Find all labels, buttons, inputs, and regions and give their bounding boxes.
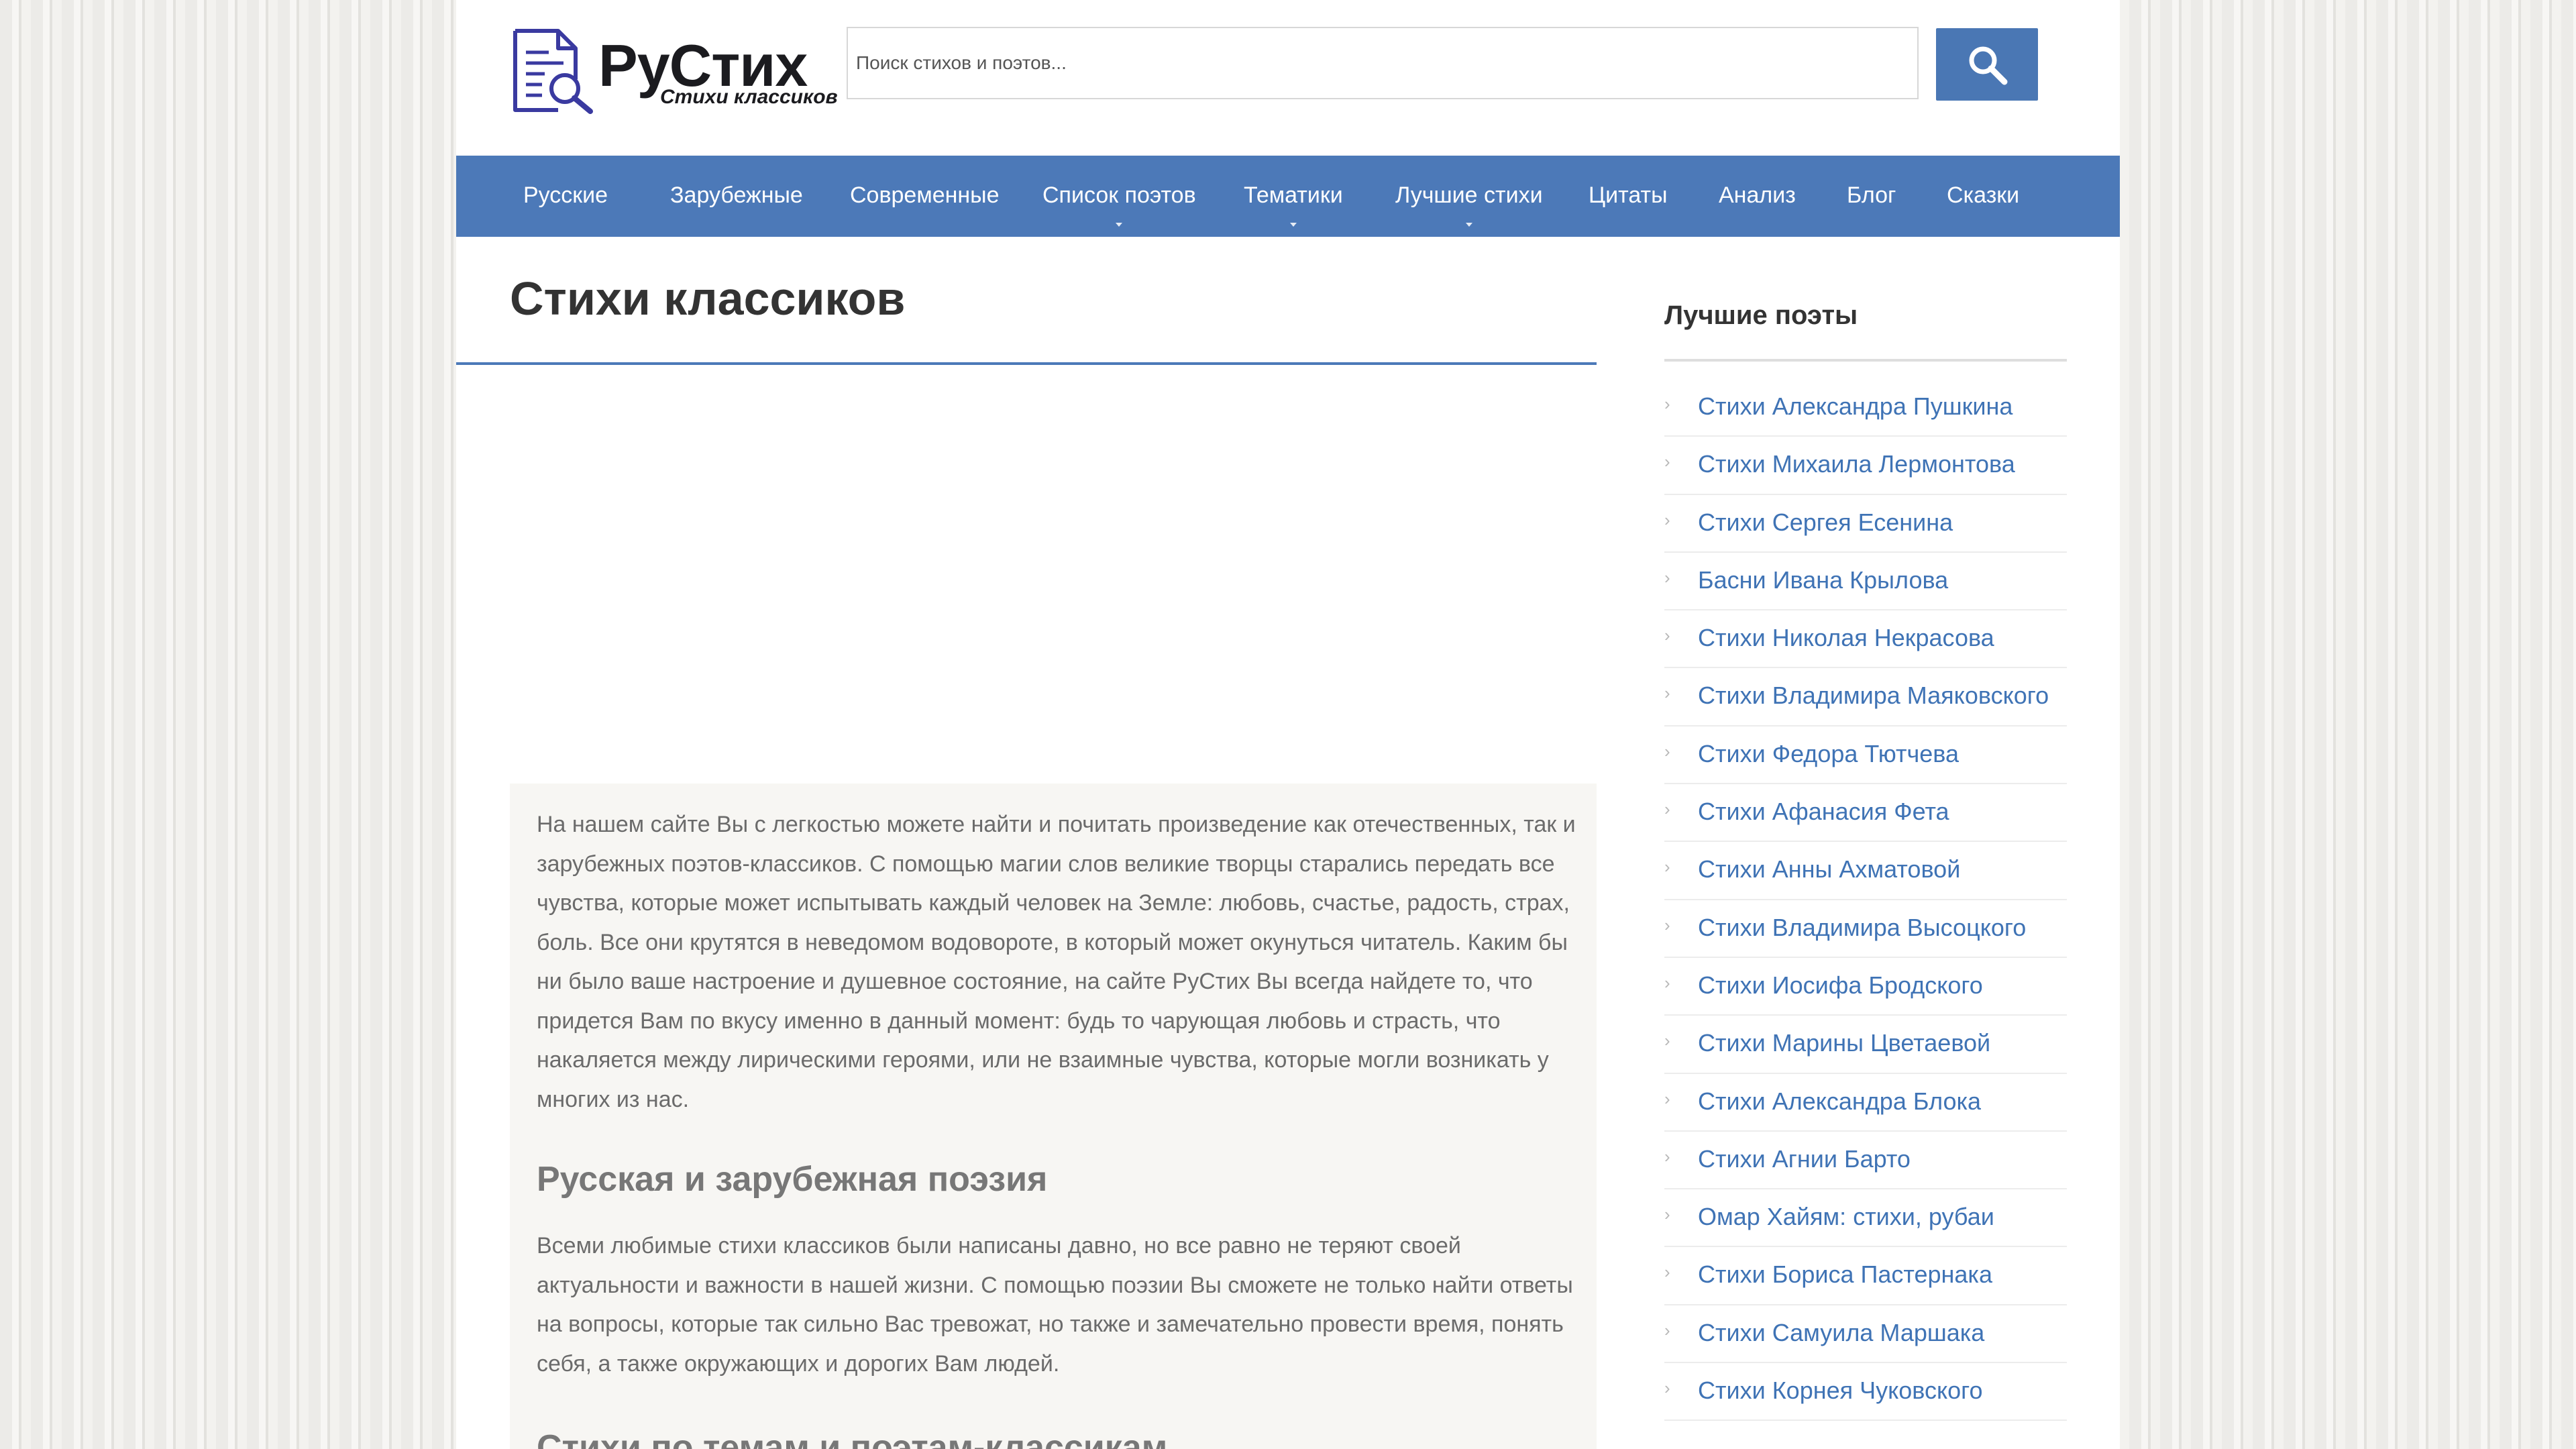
poet-link[interactable]: Стихи Афанасия Фета [1698, 798, 1949, 826]
poet-link[interactable]: Стихи Михаила Лермонтова [1698, 450, 2015, 478]
list-item: › Басни Ивана Крылова [1664, 553, 2067, 611]
poet-link[interactable]: Басни Ивана Крылова [1698, 566, 1948, 594]
poet-link[interactable]: Стихи Марины Цветаевой [1698, 1029, 1990, 1057]
nav-item-label: Русские [523, 182, 608, 208]
nav-item-label: Блог [1847, 182, 1896, 208]
chevron-right-icon: › [1664, 451, 1670, 472]
nav-item-russian[interactable]: Русские [523, 156, 608, 237]
poet-link[interactable]: Стихи Владимира Высоцкого [1698, 914, 2026, 942]
list-item: › Стихи Сергея Есенина [1664, 495, 2067, 553]
list-item: › Стихи Николая Некрасова [1664, 610, 2067, 669]
caret-down-icon [1289, 223, 1297, 227]
sidebar-title: Лучшие поэты [1664, 301, 1858, 330]
list-item: › Стихи Анны Ахматовой [1664, 842, 2067, 900]
list-item: › Стихи Владимира Высоцкого [1664, 900, 2067, 958]
list-item: › Стихи Михаила Лермонтова [1664, 437, 2067, 495]
chevron-right-icon: › [1664, 394, 1670, 414]
list-item: › Стихи Федора Тютчева [1664, 727, 2067, 785]
section-heading-2: Стихи по темам и поэтам-классикам [537, 1428, 1168, 1449]
list-item: › Омар Хайям: стихи, рубаи [1664, 1189, 2067, 1248]
chevron-right-icon: › [1664, 857, 1670, 877]
poet-link[interactable]: Стихи Сергея Есенина [1698, 508, 1953, 537]
poet-link[interactable]: Стихи Владимира Маяковского [1698, 682, 2049, 710]
chevron-right-icon: › [1664, 683, 1670, 704]
nav-item-label: Современные [850, 182, 1000, 208]
nav-item-tales[interactable]: Сказки [1947, 156, 2019, 237]
list-item: › Стихи Марины Цветаевой [1664, 1016, 2067, 1074]
intro-text-block: На нашем сайте Вы с легкостью можете най… [510, 784, 1597, 1449]
poet-link[interactable]: Стихи Самуила Маршака [1698, 1319, 1984, 1347]
search-button[interactable] [1936, 28, 2038, 101]
list-item: › Стихи Владимира Маяковского [1664, 668, 2067, 727]
site-logo[interactable]: РуСтих Стихи классиков [511, 27, 838, 121]
poet-link[interactable]: Стихи Александра Блока [1698, 1087, 1981, 1116]
nav-item-topics[interactable]: Тематики [1244, 156, 1343, 237]
poet-link[interactable]: Омар Хайям: стихи, рубаи [1698, 1203, 1994, 1231]
title-divider [456, 362, 1597, 365]
list-item: › Стихи Корнея Чуковского [1664, 1363, 2067, 1421]
nav-item-label: Зарубежные [670, 182, 803, 208]
nav-item-label: Список поэтов [1042, 182, 1196, 208]
chevron-right-icon: › [1664, 567, 1670, 588]
list-item: › Стихи Самуила Маршака [1664, 1305, 2067, 1364]
chevron-right-icon: › [1664, 1378, 1670, 1399]
search-icon [1969, 46, 2008, 85]
list-item: › Стихи Александра Блока [1664, 1074, 2067, 1132]
page-container: РуСтих Стихи классиков Русские Зарубежны… [456, 0, 2120, 1449]
document-magnifier-icon [513, 29, 593, 114]
nav-item-analysis[interactable]: Анализ [1719, 156, 1796, 237]
nav-item-label: Анализ [1719, 182, 1796, 208]
logo-subtitle: Стихи классиков [660, 86, 838, 108]
list-item: › Стихи Иосифа Бродского [1664, 958, 2067, 1016]
caret-down-icon [1465, 223, 1472, 227]
chevron-right-icon: › [1664, 1146, 1670, 1167]
poet-link[interactable]: Стихи Иосифа Бродского [1698, 971, 1983, 1000]
main-nav: Русские Зарубежные Современные Список по… [456, 156, 2120, 237]
chevron-right-icon: › [1664, 1262, 1670, 1283]
list-item: › Стихи Афанасия Фета [1664, 784, 2067, 843]
chevron-right-icon: › [1664, 1030, 1670, 1051]
section-paragraph: Всеми любимые стихи классиков были напис… [537, 1233, 1573, 1377]
poet-link[interactable]: Стихи Анны Ахматовой [1698, 855, 1960, 883]
search-input[interactable] [847, 27, 1919, 99]
nav-item-quotes[interactable]: Цитаты [1589, 156, 1668, 237]
chevron-right-icon: › [1664, 741, 1670, 761]
poet-link[interactable]: Стихи Николая Некрасова [1698, 624, 1994, 652]
caret-down-icon [1116, 223, 1123, 227]
chevron-right-icon: › [1664, 799, 1670, 820]
section-heading: Русская и зарубежная поэзия [537, 1160, 1048, 1199]
chevron-right-icon: › [1664, 914, 1670, 935]
intro-paragraph: На нашем сайте Вы с легкостью можете най… [537, 812, 1576, 1112]
list-item: › Стихи Александра Пушкина [1664, 379, 2067, 437]
chevron-right-icon: › [1664, 972, 1670, 993]
nav-item-label: Цитаты [1589, 182, 1668, 208]
chevron-right-icon: › [1664, 509, 1670, 530]
poet-link[interactable]: Стихи Корнея Чуковского [1698, 1377, 1983, 1405]
list-item: › Стихи Агнии Барто [1664, 1132, 2067, 1190]
poet-link[interactable]: Стихи Федора Тютчева [1698, 740, 1959, 768]
chevron-right-icon: › [1664, 1320, 1670, 1340]
best-poets-list: › Стихи Александра Пушкина › Стихи Михаила… [1664, 379, 2067, 1421]
poet-link[interactable]: Стихи Агнии Барто [1698, 1145, 1911, 1173]
poet-link[interactable]: Стихи Александра Пушкина [1698, 392, 2012, 421]
chevron-right-icon: › [1664, 1088, 1670, 1109]
nav-item-label: Сказки [1947, 182, 2020, 208]
page-title: Стихи классиков [510, 272, 906, 325]
nav-item-best-poems[interactable]: Лучшие стихи [1395, 156, 1543, 237]
nav-item-foreign[interactable]: Зарубежные [670, 156, 803, 237]
nav-item-poets-list[interactable]: Список поэтов [1042, 156, 1196, 237]
nav-item-blog[interactable]: Блог [1847, 156, 1896, 237]
sidebar-divider [1664, 359, 2067, 362]
chevron-right-icon: › [1664, 625, 1670, 646]
nav-item-modern[interactable]: Современные [850, 156, 1000, 237]
list-item: › Стихи Бориса Пастернака [1664, 1247, 2067, 1305]
nav-item-label: Лучшие стихи [1395, 182, 1543, 208]
chevron-right-icon: › [1664, 1204, 1670, 1225]
poet-link[interactable]: Стихи Бориса Пастернака [1698, 1260, 1992, 1289]
nav-item-label: Тематики [1244, 182, 1343, 208]
